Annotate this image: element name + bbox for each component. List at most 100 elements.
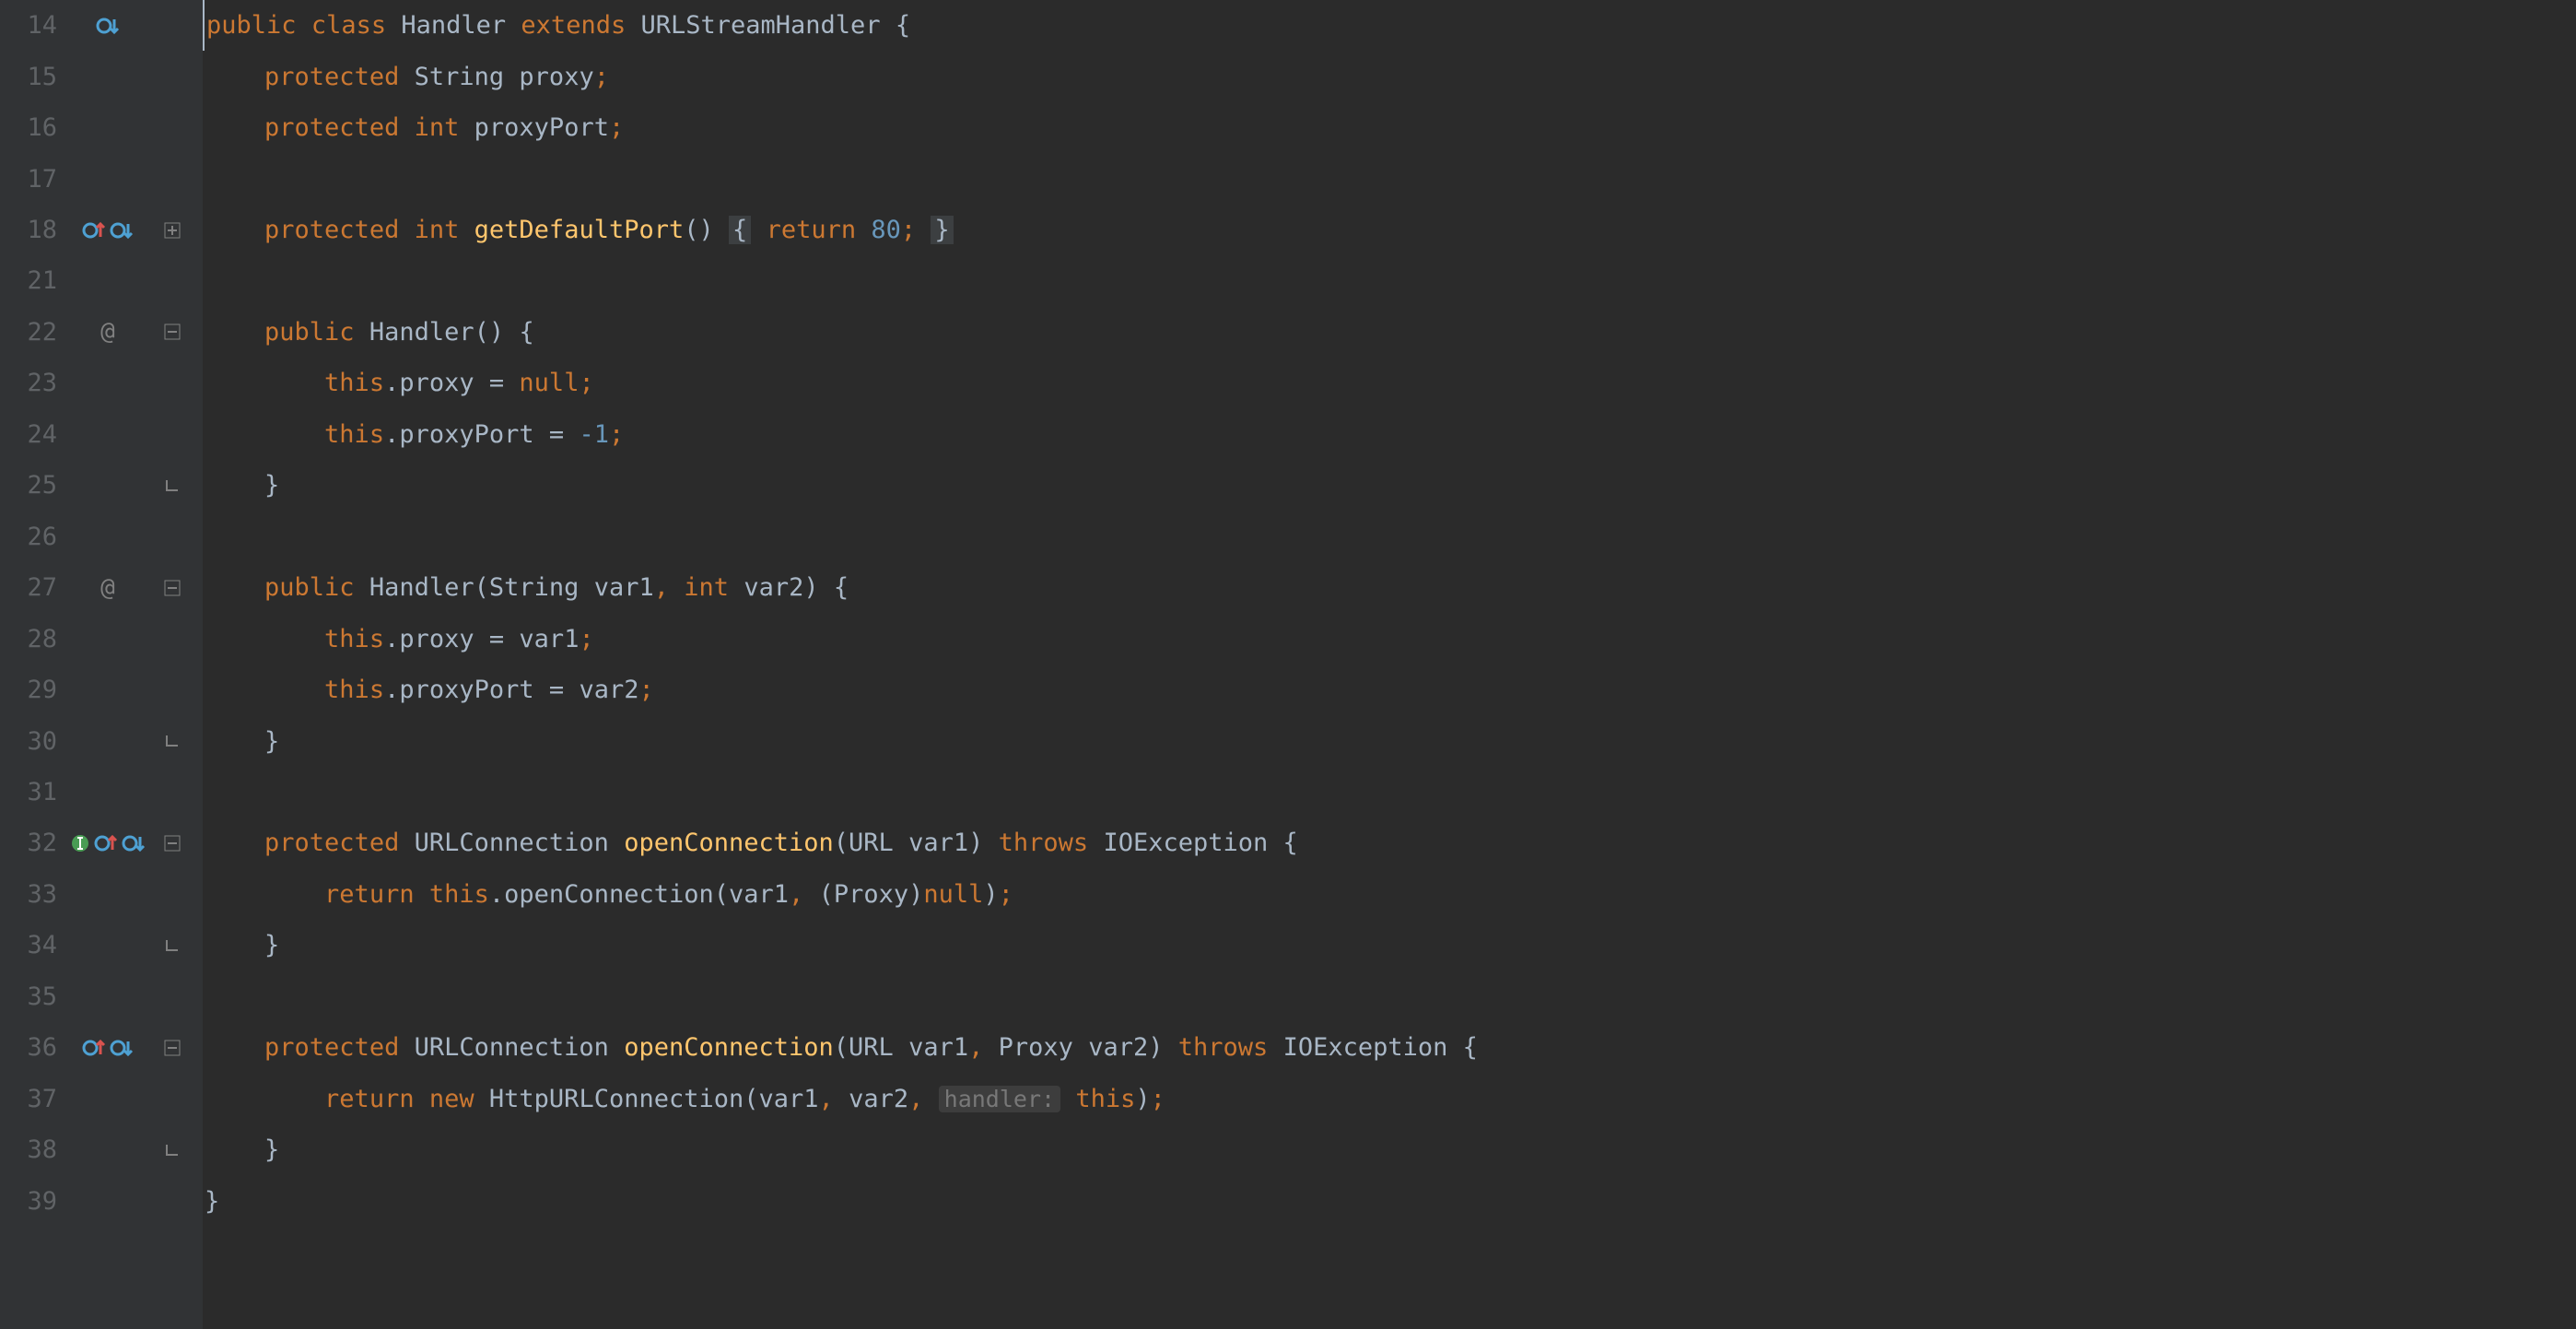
tok-eq: = (489, 625, 504, 653)
override-down-icon[interactable] (110, 218, 134, 242)
gutter-row[interactable]: 23 (0, 358, 203, 408)
code-line[interactable]: return new HttpURLConnection(var1, var2,… (203, 1074, 2576, 1124)
gutter-row[interactable]: 30 (0, 715, 203, 766)
code-line[interactable]: public Handler(String var1, int var2) { (203, 562, 2576, 613)
fold-end[interactable] (158, 477, 186, 494)
gutter-row[interactable]: 33 (0, 869, 203, 920)
gutter-row[interactable]: 14 (0, 0, 203, 51)
code-line[interactable]: protected String proxy; (203, 51, 2576, 101)
gutter-markers[interactable] (57, 218, 158, 242)
tok-param: var2 (1088, 1033, 1148, 1062)
tok-field: proxyPort (474, 113, 609, 142)
code-line[interactable]: public class Handler extends URLStreamHa… (203, 0, 2576, 51)
fold-end[interactable] (158, 1142, 186, 1158)
tok-param: var1 (729, 880, 789, 909)
gutter-markers[interactable]: @ (57, 574, 158, 602)
tok-comma: , (908, 1085, 923, 1113)
gutter-row[interactable]: 29 (0, 664, 203, 715)
gutter-markers[interactable]: @ (57, 318, 158, 346)
code-line[interactable]: this.proxyPort = var2; (203, 664, 2576, 715)
tok-number: 80 (871, 216, 901, 244)
gutter-row[interactable]: 26 (0, 512, 203, 562)
tok-field: proxy (519, 63, 593, 91)
code-line[interactable] (203, 255, 2576, 306)
code-line[interactable] (203, 512, 2576, 562)
code-line[interactable]: } (203, 920, 2576, 970)
code-line[interactable]: this.proxy = var1; (203, 613, 2576, 664)
gutter-markers[interactable] (57, 14, 158, 38)
tok-classname: URLStreamHandler (640, 11, 880, 40)
editor-gutter[interactable]: 14 15 16 17 18 (0, 0, 203, 1329)
code-line[interactable]: return this.openConnection(var1, (Proxy)… (203, 869, 2576, 920)
fold-collapse[interactable] (158, 323, 186, 340)
gutter-markers[interactable] (57, 1036, 158, 1060)
gutter-row[interactable]: 15 (0, 51, 203, 101)
override-up-icon[interactable] (82, 1036, 106, 1060)
code-line[interactable]: this.proxyPort = -1; (203, 409, 2576, 460)
tok-keyword: null (519, 369, 579, 397)
tok-keyword: return (324, 1085, 415, 1113)
tok-type: HttpURLConnection (489, 1085, 744, 1113)
tok-semi: ; (579, 625, 593, 653)
code-line[interactable]: } (203, 715, 2576, 766)
code-line[interactable]: this.proxy = null; (203, 358, 2576, 408)
override-up-icon[interactable] (94, 831, 118, 855)
override-up-icon[interactable] (82, 218, 106, 242)
code-line[interactable]: } (203, 1124, 2576, 1175)
tok-comma: , (654, 573, 669, 602)
tok-param: var1 (908, 1033, 968, 1062)
fold-end[interactable] (158, 937, 186, 954)
gutter-markers[interactable] (57, 831, 158, 855)
code-line[interactable]: protected URLConnection openConnection(U… (203, 1022, 2576, 1073)
fold-collapse[interactable] (158, 1040, 186, 1056)
tok-type: Proxy (834, 880, 908, 909)
fold-collapse[interactable] (158, 580, 186, 596)
gutter-row[interactable]: 27 @ (0, 562, 203, 613)
gutter-row[interactable]: 36 (0, 1022, 203, 1073)
gutter-row[interactable]: 18 (0, 205, 203, 255)
code-line[interactable]: } (203, 460, 2576, 511)
gutter-row[interactable]: 32 (0, 817, 203, 868)
tok-type: String (489, 573, 580, 602)
annotation-icon[interactable]: @ (100, 574, 115, 602)
code-line[interactable]: protected URLConnection openConnection(U… (203, 817, 2576, 868)
gutter-row[interactable]: 24 (0, 409, 203, 460)
line-number: 33 (0, 880, 57, 909)
gutter-row[interactable]: 35 (0, 971, 203, 1022)
tok-param: var2 (579, 676, 638, 704)
code-line[interactable] (203, 767, 2576, 817)
tok-brace: } (264, 1135, 279, 1164)
gutter-row[interactable]: 34 (0, 920, 203, 970)
gutter-row[interactable]: 38 (0, 1124, 203, 1175)
code-line[interactable]: public Handler() { (203, 307, 2576, 358)
line-number: 15 (0, 63, 57, 91)
gutter-row[interactable]: 28 (0, 613, 203, 664)
gutter-row[interactable]: 16 (0, 102, 203, 153)
gutter-row[interactable]: 37 (0, 1074, 203, 1124)
code-line[interactable]: } (203, 1175, 2576, 1226)
code-line[interactable] (203, 971, 2576, 1022)
tok-type: URL (849, 1033, 894, 1062)
tok-paren: ( (834, 1033, 849, 1062)
override-down-icon[interactable] (96, 14, 120, 38)
code-line[interactable] (203, 153, 2576, 204)
gutter-row[interactable]: 39 (0, 1175, 203, 1226)
fold-collapse[interactable] (158, 835, 186, 852)
gutter-row[interactable]: 31 (0, 767, 203, 817)
annotation-icon[interactable]: @ (100, 318, 115, 346)
gutter-row[interactable]: 25 (0, 460, 203, 511)
code-line[interactable]: protected int getDefaultPort() { return … (203, 205, 2576, 255)
impl-icon[interactable] (70, 833, 90, 853)
override-down-icon[interactable] (122, 831, 146, 855)
override-down-icon[interactable] (110, 1036, 134, 1060)
code-line[interactable]: protected int proxyPort; (203, 102, 2576, 153)
gutter-row[interactable]: 17 (0, 153, 203, 204)
code-area[interactable]: public class Handler extends URLStreamHa… (203, 0, 2576, 1329)
code-editor[interactable]: 14 15 16 17 18 (0, 0, 2576, 1329)
gutter-row[interactable]: 22 @ (0, 307, 203, 358)
tok-method: openConnection (504, 880, 714, 909)
fold-expand[interactable] (158, 222, 186, 239)
gutter-row[interactable]: 21 (0, 255, 203, 306)
fold-end[interactable] (158, 733, 186, 749)
tok-keyword: public (264, 318, 355, 347)
